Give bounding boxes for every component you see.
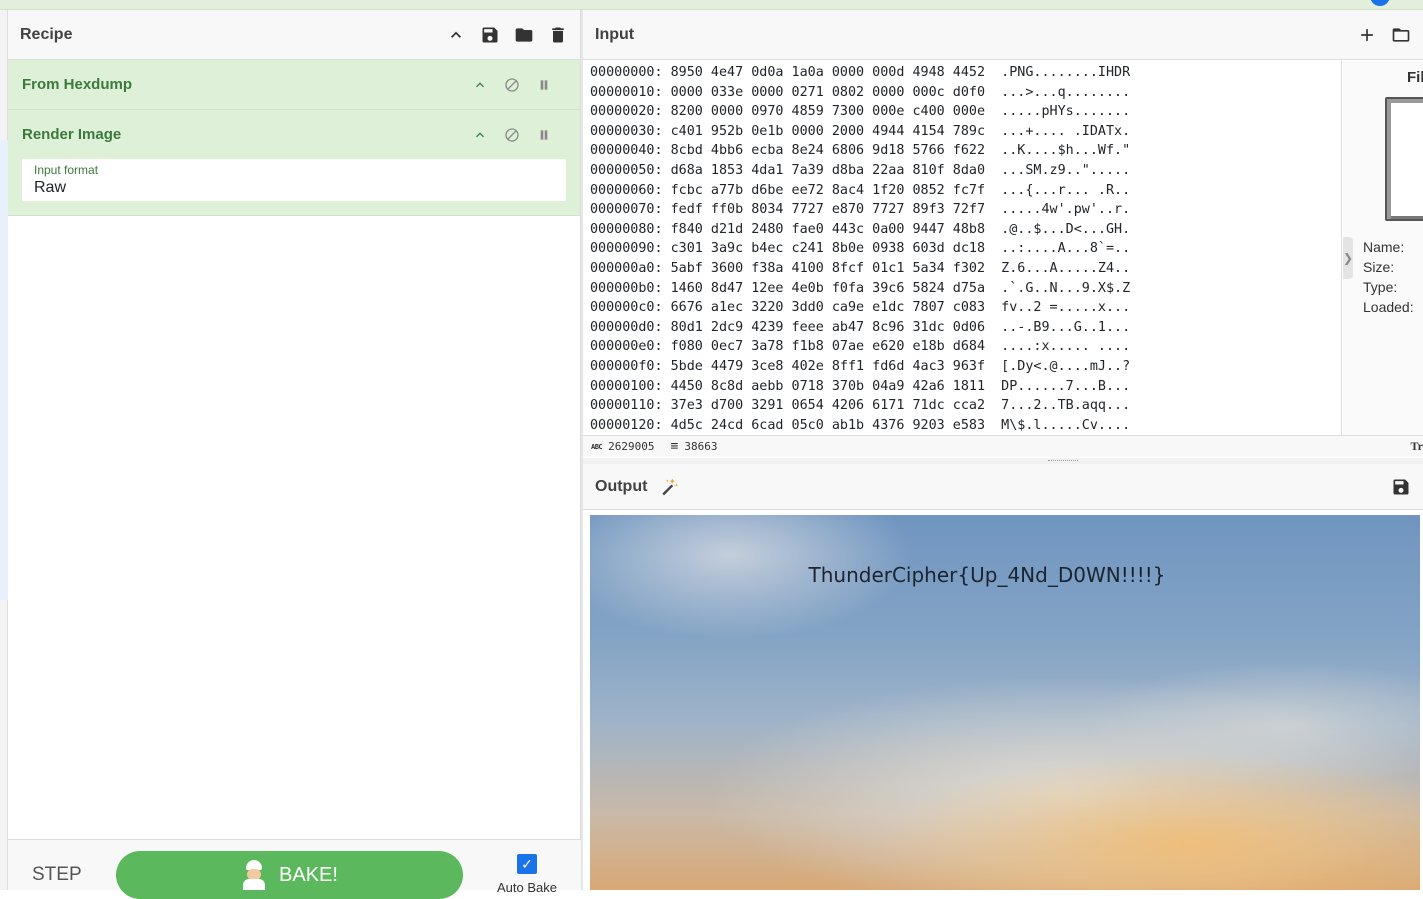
hexdump-line: 00000080: f840 d21d 2480 fae0 443c 0a00 … xyxy=(590,221,1131,237)
plus-icon[interactable] xyxy=(1357,25,1377,45)
file-details-pane: ❯ Fil Name: Size: Type: Loaded: xyxy=(1343,61,1423,435)
operations-sidebar-edge xyxy=(0,10,8,890)
folder-icon[interactable] xyxy=(1391,25,1411,45)
hexdump-line: 00000090: c301 3a9c b4ec c241 8b0e 0938 … xyxy=(590,241,1131,257)
hexdump-line: 000000b0: 1460 8d47 12ee 4e0b f0fa 39c6 … xyxy=(590,280,1131,296)
hexdump-line: 00000020: 8200 0000 0970 4859 7300 000e … xyxy=(590,104,1131,120)
hexdump-line: 00000040: 8cbd 4bb6 ecba 8e24 6806 9d18 … xyxy=(590,143,1131,159)
hexdump-line: 00000010: 0000 033e 0000 0271 0802 0000 … xyxy=(590,84,1131,100)
input-length: 2629005 xyxy=(608,440,655,453)
pause-icon[interactable] xyxy=(534,75,554,95)
lines-icon: ≡ xyxy=(670,439,679,454)
hexdump-line: 000000e0: f080 0ec7 3a78 f1b8 07ae e620 … xyxy=(590,339,1131,355)
hexdump-line: 000000c0: 6676 a1ec 3220 3dd0 ca9e e1dc … xyxy=(590,300,1131,316)
hexdump-line: 00000110: 37e3 d700 3291 0654 4206 6171 … xyxy=(590,398,1131,414)
folder-icon[interactable] xyxy=(514,25,534,45)
recipe-header: Recipe xyxy=(8,10,580,60)
file-thumbnail xyxy=(1385,97,1423,221)
abc-icon: ABC xyxy=(591,442,603,451)
chevron-right-icon[interactable]: ❯ xyxy=(1343,237,1353,279)
chevron-up-icon[interactable] xyxy=(446,25,466,45)
rendered-image: ThunderCipher{Up_4Nd_D0WN!!!!} xyxy=(590,515,1420,890)
output-panel: Output ThunderCipher{Up_4Nd_D0WN!!!!} xyxy=(583,464,1423,890)
bake-bar: STEP BAKE! ✓ Auto Bake xyxy=(8,839,581,899)
top-banner xyxy=(0,0,1423,10)
recipe-title: Recipe xyxy=(20,25,73,43)
output-header: Output xyxy=(583,464,1423,510)
disable-icon[interactable] xyxy=(502,125,522,145)
pause-icon[interactable] xyxy=(534,125,554,145)
image-flag-text: ThunderCipher{Up_4Nd_D0WN!!!!} xyxy=(808,563,1166,587)
operation-name: Render Image xyxy=(22,126,122,143)
save-icon[interactable] xyxy=(1391,477,1411,497)
file-name-label: Name: xyxy=(1363,239,1405,255)
hexdump-line: 000000d0: 80d1 2dc9 4239 feee ab47 8c96 … xyxy=(590,319,1131,335)
hexdump-line: 00000050: d68a 1853 4da1 7a39 d8ba 22aa … xyxy=(590,162,1131,178)
operation-name: From Hexdump xyxy=(22,76,133,93)
file-loaded-label: Loaded: xyxy=(1363,299,1414,315)
step-button[interactable]: STEP xyxy=(32,864,82,886)
input-format-select[interactable]: Input format Raw xyxy=(22,159,566,201)
input-statusbar: ABC 2629005 ≡ 38663 Tr xyxy=(583,435,1423,457)
hexdump-line: 00000060: fcbc a77b d6be ee72 8ac4 1f20 … xyxy=(590,182,1131,198)
disable-icon[interactable] xyxy=(502,75,522,95)
operation-from-hexdump[interactable]: From Hexdump xyxy=(8,60,580,110)
hexdump-line: 00000070: fedf ff0b 8034 7727 e870 7727 … xyxy=(590,202,1131,218)
hexdump-line: 00000000: 8950 4e47 0d0a 1a0a 0000 000d … xyxy=(590,65,1131,80)
input-panel: Input 00000000: 8950 4e47 0d0a 1a0a 0000… xyxy=(583,10,1423,460)
hexdump-line: 00000030: c401 952b 0e1b 0000 2000 4944 … xyxy=(590,123,1131,139)
hexdump-line: 000000a0: 5abf 3600 f38a 4100 8fcf 01c1 … xyxy=(590,260,1131,276)
hexdump-line: 00000120: 4d5c 24cd 6cad 05c0 ab1b 4376 … xyxy=(590,417,1131,433)
chef-icon xyxy=(241,860,267,890)
input-textarea[interactable]: 00000000: 8950 4e47 0d0a 1a0a 0000 000d … xyxy=(583,61,1342,435)
file-type-label: Type: xyxy=(1363,279,1398,295)
input-title: Input xyxy=(595,25,635,43)
auto-bake-checkbox[interactable]: ✓ xyxy=(517,854,537,874)
bake-label: BAKE! xyxy=(279,863,338,886)
input-format-label: Input format xyxy=(34,163,99,177)
trash-icon[interactable] xyxy=(548,25,568,45)
save-icon[interactable] xyxy=(480,25,500,45)
hexdump-line: 00000100: 4450 8c8d aebb 0718 370b 04a9 … xyxy=(590,378,1131,394)
input-format-value: Raw xyxy=(34,179,67,196)
hexdump-line: 000000f0: 5bde 4479 3ce8 402e 8ff1 fd6d … xyxy=(590,358,1131,374)
chevron-up-icon[interactable] xyxy=(470,125,490,145)
output-title: Output xyxy=(595,477,648,495)
text-format-icon[interactable]: Tr xyxy=(1411,439,1423,454)
bake-button[interactable]: BAKE! xyxy=(116,851,463,899)
recipe-panel: Recipe From Hexdump Render Image Input f… xyxy=(8,10,581,899)
file-details-title: Fil xyxy=(1407,69,1423,86)
input-lines: 38663 xyxy=(684,440,718,453)
chevron-up-icon[interactable] xyxy=(470,75,490,95)
magic-wand-icon[interactable] xyxy=(659,477,679,497)
gear-icon[interactable] xyxy=(1370,0,1390,6)
input-header: Input xyxy=(583,10,1423,60)
operation-render-image[interactable]: Render Image Input format Raw xyxy=(8,110,580,216)
file-meta: Name: Size: Type: Loaded: xyxy=(1363,237,1414,317)
auto-bake-toggle[interactable]: ✓ Auto Bake xyxy=(492,854,562,895)
auto-bake-label: Auto Bake xyxy=(497,880,557,895)
file-size-label: Size: xyxy=(1363,259,1395,275)
